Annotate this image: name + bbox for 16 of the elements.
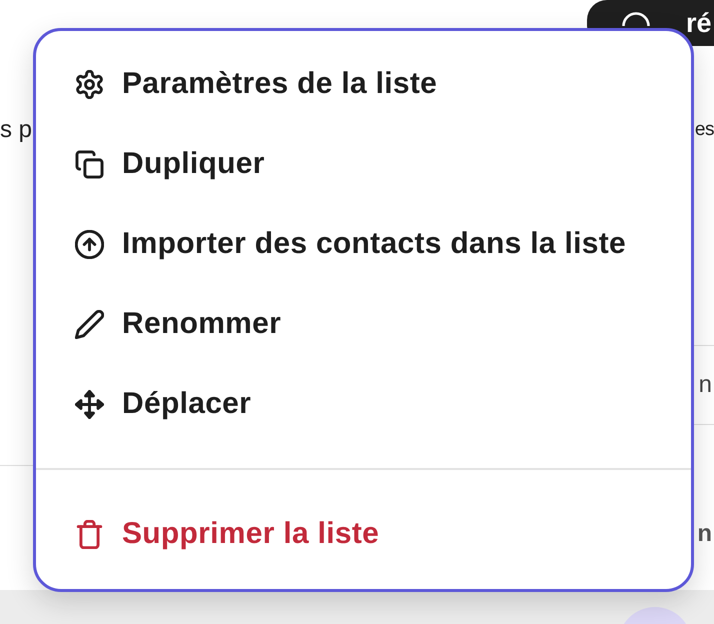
copy-icon (75, 150, 104, 178)
cell-text: n (698, 370, 713, 400)
settings-icon (75, 70, 104, 98)
move-icon (75, 390, 104, 418)
menu-item[interactable]: Renommer (36, 284, 691, 364)
trash-icon (75, 520, 104, 548)
page-text: s p (0, 115, 32, 145)
page-text: es (694, 118, 714, 142)
menu-item[interactable]: Importer des contacts dans la liste (36, 204, 691, 284)
menu-item[interactable]: Déplacer (36, 364, 691, 444)
cell-text: n (697, 519, 713, 549)
menu-item[interactable]: Paramètres de la liste (36, 44, 691, 124)
upload-icon (75, 230, 104, 258)
pencil-icon (75, 310, 104, 338)
menu-item[interactable]: Dupliquer (36, 124, 691, 204)
menu-item[interactable]: Supprimer la liste (36, 494, 691, 574)
